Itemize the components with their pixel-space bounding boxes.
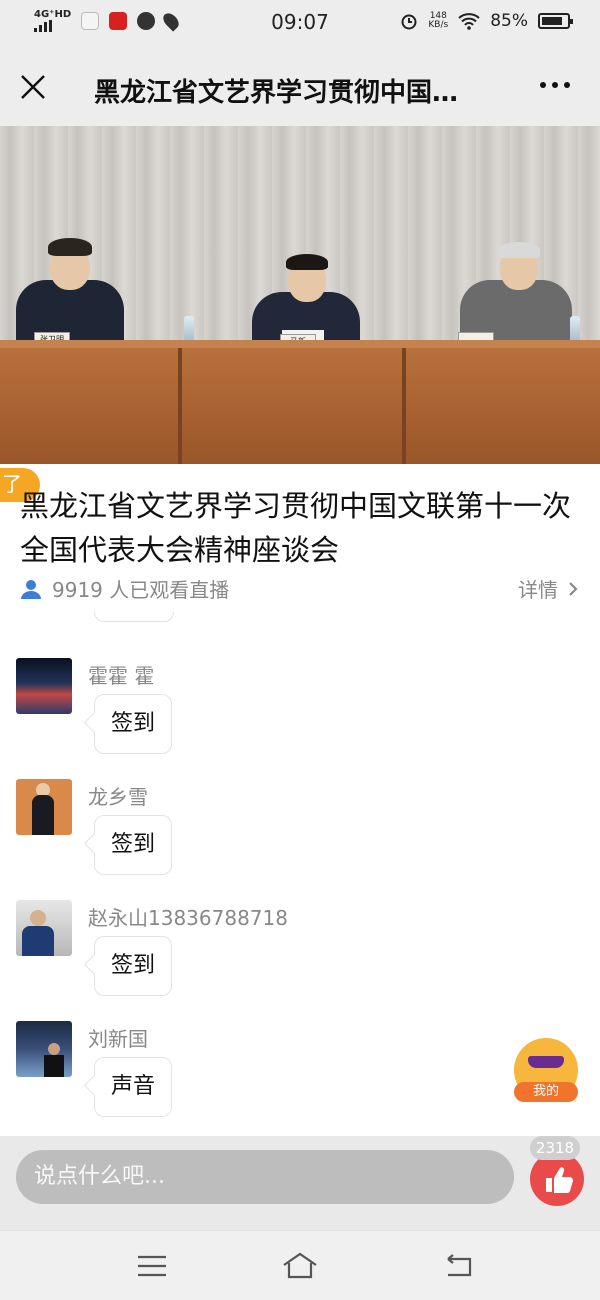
sunglasses-icon <box>528 1056 564 1068</box>
status-right: 148 KB/s 85% <box>400 11 573 31</box>
comment-author: 刘新国 <box>88 1027 148 1051</box>
chevron-right-icon <box>569 581 578 596</box>
like-count: 2318 <box>530 1136 580 1160</box>
status-bar: 4G⁺HD 09:07 148 KB/s 85% <box>0 0 600 46</box>
comment-input[interactable]: 说点什么吧... <box>16 1150 514 1204</box>
back-icon[interactable] <box>438 1249 478 1283</box>
comment-input-bar: 说点什么吧... 2318 <box>0 1136 600 1230</box>
avatar[interactable] <box>16 779 72 835</box>
close-icon[interactable] <box>18 72 48 102</box>
avatar[interactable] <box>16 1021 72 1077</box>
home-icon[interactable] <box>280 1249 320 1283</box>
alarm-icon <box>401 14 417 30</box>
comment-item: 霍霍 霍 签到 <box>0 658 600 768</box>
net-speed-unit: KB/s <box>428 20 449 30</box>
system-nav-bar <box>0 1230 600 1300</box>
avatar[interactable] <box>16 900 72 956</box>
my-profile-label: 我的 <box>514 1082 578 1102</box>
live-video[interactable]: 张卫明 马新 <box>0 126 600 464</box>
page-title: 黑龙江省文艺界学习贯彻中国… <box>94 78 459 108</box>
comment-item: 赵永山13836788718 签到 <box>0 900 600 1010</box>
viewer-count: 9919 人已观看直播 <box>20 574 229 603</box>
battery-icon <box>538 13 573 29</box>
details-label: 详情 <box>518 578 558 602</box>
avatar[interactable] <box>16 658 72 714</box>
details-link[interactable]: 详情 <box>518 574 578 603</box>
viewer-count-text: 9919 人已观看直播 <box>52 578 230 602</box>
battery-percent: 85% <box>490 11 528 31</box>
comment-list[interactable]: 霍霍 霍 签到 龙乡雪 签到 赵永山13836788718 签到 刘新国 声音 <box>0 612 600 1136</box>
comment-author: 霍霍 霍 <box>88 664 155 688</box>
comment-bubble: 签到 <box>94 694 172 754</box>
comment-author: 龙乡雪 <box>88 785 148 809</box>
battery-level <box>542 17 563 25</box>
speaker-left <box>10 236 130 350</box>
person-icon <box>21 579 41 599</box>
live-title: 黑龙江省文艺界学习贯彻中国文联第十一次全国代表大会精神座谈会 <box>20 489 572 567</box>
more-icon[interactable] <box>540 82 570 88</box>
comment-author: 赵永山13836788718 <box>88 906 288 930</box>
comment-bubble: 签到 <box>94 936 172 996</box>
comment-bubble: 声音 <box>94 1057 172 1117</box>
comment-item: 刘新国 声音 <box>0 1021 600 1131</box>
wifi-icon <box>458 13 480 30</box>
menu-icon[interactable] <box>132 1249 172 1283</box>
my-profile-button[interactable]: 我的 <box>512 1038 580 1106</box>
net-speed: 148 KB/s <box>428 12 448 30</box>
comment-item: 龙乡雪 签到 <box>0 779 600 889</box>
previous-comment-bubble <box>94 612 174 622</box>
nav-bar: 黑龙江省文艺界学习贯彻中国… <box>0 46 600 126</box>
thumbs-up-icon <box>546 1167 573 1193</box>
like-button[interactable] <box>530 1152 584 1206</box>
desk-top <box>0 340 600 348</box>
comment-bubble: 签到 <box>94 815 172 875</box>
desk-front <box>0 348 600 464</box>
